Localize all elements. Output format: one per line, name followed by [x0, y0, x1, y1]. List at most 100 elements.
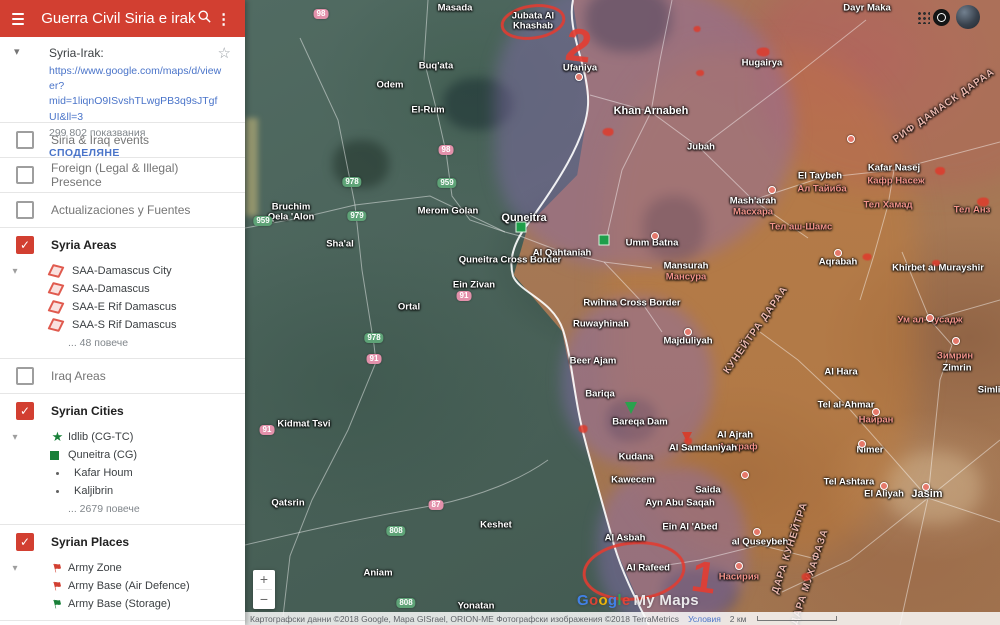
- layer-checkbox-actualizaciones-y-fuentes[interactable]: [16, 201, 34, 219]
- village-dot-marker[interactable]: [753, 528, 761, 536]
- layer-checkbox-syrian-cities[interactable]: ✓: [16, 402, 34, 420]
- account-avatar[interactable]: [956, 5, 980, 29]
- route-shield: 91: [366, 354, 382, 364]
- city-marker-green-square[interactable]: [515, 221, 527, 233]
- marker-red-area[interactable]: [801, 573, 811, 581]
- village-dot-marker[interactable]: [768, 186, 776, 194]
- marker-red-area[interactable]: [578, 425, 588, 433]
- notifications-icon[interactable]: [933, 9, 950, 26]
- map-label: Jubah: [687, 141, 715, 153]
- map-title: Guerra Civil Siria e irak: [41, 10, 196, 27]
- village-dot-marker[interactable]: [651, 232, 659, 240]
- village-dot-marker[interactable]: [741, 471, 749, 479]
- layer-item[interactable]: Kafar Houm: [0, 464, 245, 482]
- share-link[interactable]: СПОДЕЛЯНЕ: [49, 147, 245, 159]
- layer-item[interactable]: SAA-E Rif Damascus: [0, 298, 245, 316]
- map-label: КУНЕЙТРА ДАРАА: [721, 284, 791, 376]
- map-canvas[interactable]: 2 1 Masada Jubata Al Khashab Buq'ata Ufaniya…: [245, 0, 1000, 625]
- layer-item[interactable]: ⚑ Army Base (Air Defence): [0, 577, 245, 595]
- layer-checkbox-siria-iraq-events[interactable]: [16, 131, 34, 149]
- map-label: Al Samdaniyah: [668, 442, 738, 454]
- village-dot-marker[interactable]: [952, 337, 960, 345]
- layer-checkbox-iraq-areas[interactable]: [16, 367, 34, 385]
- village-dot-marker[interactable]: [880, 482, 888, 490]
- view-count: 299 802 показвания: [49, 126, 146, 139]
- layer-item[interactable]: ▾ SAA-Damascus City: [0, 262, 245, 280]
- search-icon[interactable]: [195, 9, 214, 29]
- collapse-chevron-icon[interactable]: ▾: [14, 45, 20, 58]
- terms-link[interactable]: Условия: [688, 614, 721, 624]
- village-dot-marker[interactable]: [684, 328, 692, 336]
- map-label: Kawecem: [611, 474, 655, 486]
- marker-red-area[interactable]: [977, 197, 989, 207]
- layer-item-label: SAA-E Rif Damascus: [72, 301, 177, 313]
- zoom-out-button[interactable]: −: [253, 590, 275, 609]
- marker-green-arrow[interactable]: [625, 402, 637, 414]
- route-shield: 98: [313, 9, 329, 19]
- marker-red-area[interactable]: [684, 437, 692, 445]
- map-info-panel: ▾ Syria-Irak: ☆ https://www.google.com/m…: [0, 37, 245, 159]
- map-label: Keshet: [480, 519, 512, 531]
- marker-red-area[interactable]: [935, 167, 945, 175]
- layer-checkbox-syrian-places[interactable]: ✓: [16, 533, 34, 551]
- marker-red-area[interactable]: [756, 47, 770, 57]
- app-header: Guerra Civil Siria e irak ⋮: [0, 0, 245, 37]
- flag-red-icon: ⚑: [50, 577, 65, 595]
- map-label: Merom Golan: [417, 205, 479, 217]
- more-items-link[interactable]: ... 2679 повече: [68, 500, 245, 517]
- google-apps-grid-icon[interactable]: [917, 11, 930, 24]
- map-label: Тел Хамад: [863, 199, 913, 211]
- layer-item[interactable]: ▾ ⚑ Army Zone: [0, 559, 245, 577]
- poly-red-icon: [47, 264, 65, 278]
- village-dot-marker[interactable]: [926, 314, 934, 322]
- route-shield: 91: [259, 425, 275, 435]
- star-outline-icon[interactable]: ☆: [218, 44, 231, 62]
- village-dot-marker[interactable]: [575, 73, 583, 81]
- village-dot-marker[interactable]: [872, 408, 880, 416]
- layer-checkbox-foreign-presence[interactable]: [16, 166, 34, 184]
- layer-item[interactable]: SAA-S Rif Damascus: [0, 316, 245, 334]
- divider: [0, 620, 245, 621]
- map-url-link[interactable]: https://www.google.com/maps/d/viewer? mi…: [49, 64, 224, 125]
- village-dot-marker[interactable]: [735, 562, 743, 570]
- scale-label: 2 км: [729, 613, 747, 624]
- map-label: Hugairya: [741, 57, 783, 69]
- menu-icon[interactable]: [12, 12, 25, 25]
- layer-checkbox-syria-areas[interactable]: ✓: [16, 236, 34, 254]
- map-label: El-Rum: [411, 104, 445, 116]
- map-label: Ал Тайиба: [797, 183, 847, 195]
- collapse-chevron-icon[interactable]: ▾: [0, 563, 30, 574]
- map-label: Al Ajrah: [716, 429, 754, 441]
- layer-item[interactable]: Kaljibrin: [0, 482, 245, 500]
- layer-row-actualizaciones-y-fuentes: Actualizaciones y Fuentes: [0, 193, 245, 227]
- village-dot-marker[interactable]: [847, 135, 855, 143]
- collapse-chevron-icon[interactable]: ▾: [0, 266, 30, 277]
- layer-item[interactable]: Quneitra (CG): [0, 446, 245, 464]
- village-dot-marker[interactable]: [922, 483, 930, 491]
- marker-red-area[interactable]: [693, 26, 701, 32]
- layer-item-label: Army Base (Storage): [68, 598, 171, 610]
- map-label: Rwihna Cross Border: [583, 297, 681, 309]
- layer-item[interactable]: ▾ ★ Idlib (CG-TC): [0, 428, 245, 446]
- marker-red-area[interactable]: [696, 70, 704, 76]
- map-label: Tel al-Ahmar: [817, 399, 875, 411]
- more-items-link[interactable]: ... 48 повече: [68, 334, 245, 351]
- village-dot-marker[interactable]: [834, 249, 842, 257]
- layer-item[interactable]: SAA-Damascus: [0, 280, 245, 298]
- layer-item-label: Kaljibrin: [74, 485, 114, 497]
- village-dot-marker[interactable]: [858, 440, 866, 448]
- map-label: Masada: [437, 2, 473, 14]
- marker-red-area[interactable]: [602, 128, 614, 136]
- layer-item[interactable]: ⚑ Army Base (Storage): [0, 595, 245, 613]
- attribution-text: Картографски данни ©2018 Google, Mapa GI…: [250, 613, 680, 624]
- more-options-icon[interactable]: ⋮: [214, 10, 233, 28]
- city-marker-green-square[interactable]: [598, 234, 610, 246]
- layer-label-syrian-cities: Syrian Cities: [51, 404, 124, 418]
- marker-red-area[interactable]: [932, 260, 940, 266]
- layer-item-label: Army Zone: [68, 562, 122, 574]
- sidebar: Guerra Civil Siria e irak ⋮ ▾ Syria-Irak…: [0, 0, 245, 625]
- marker-red-area[interactable]: [862, 253, 872, 261]
- collapse-chevron-icon[interactable]: ▾: [0, 432, 30, 443]
- zoom-in-button[interactable]: +: [253, 570, 275, 589]
- route-shield: 98: [438, 145, 454, 155]
